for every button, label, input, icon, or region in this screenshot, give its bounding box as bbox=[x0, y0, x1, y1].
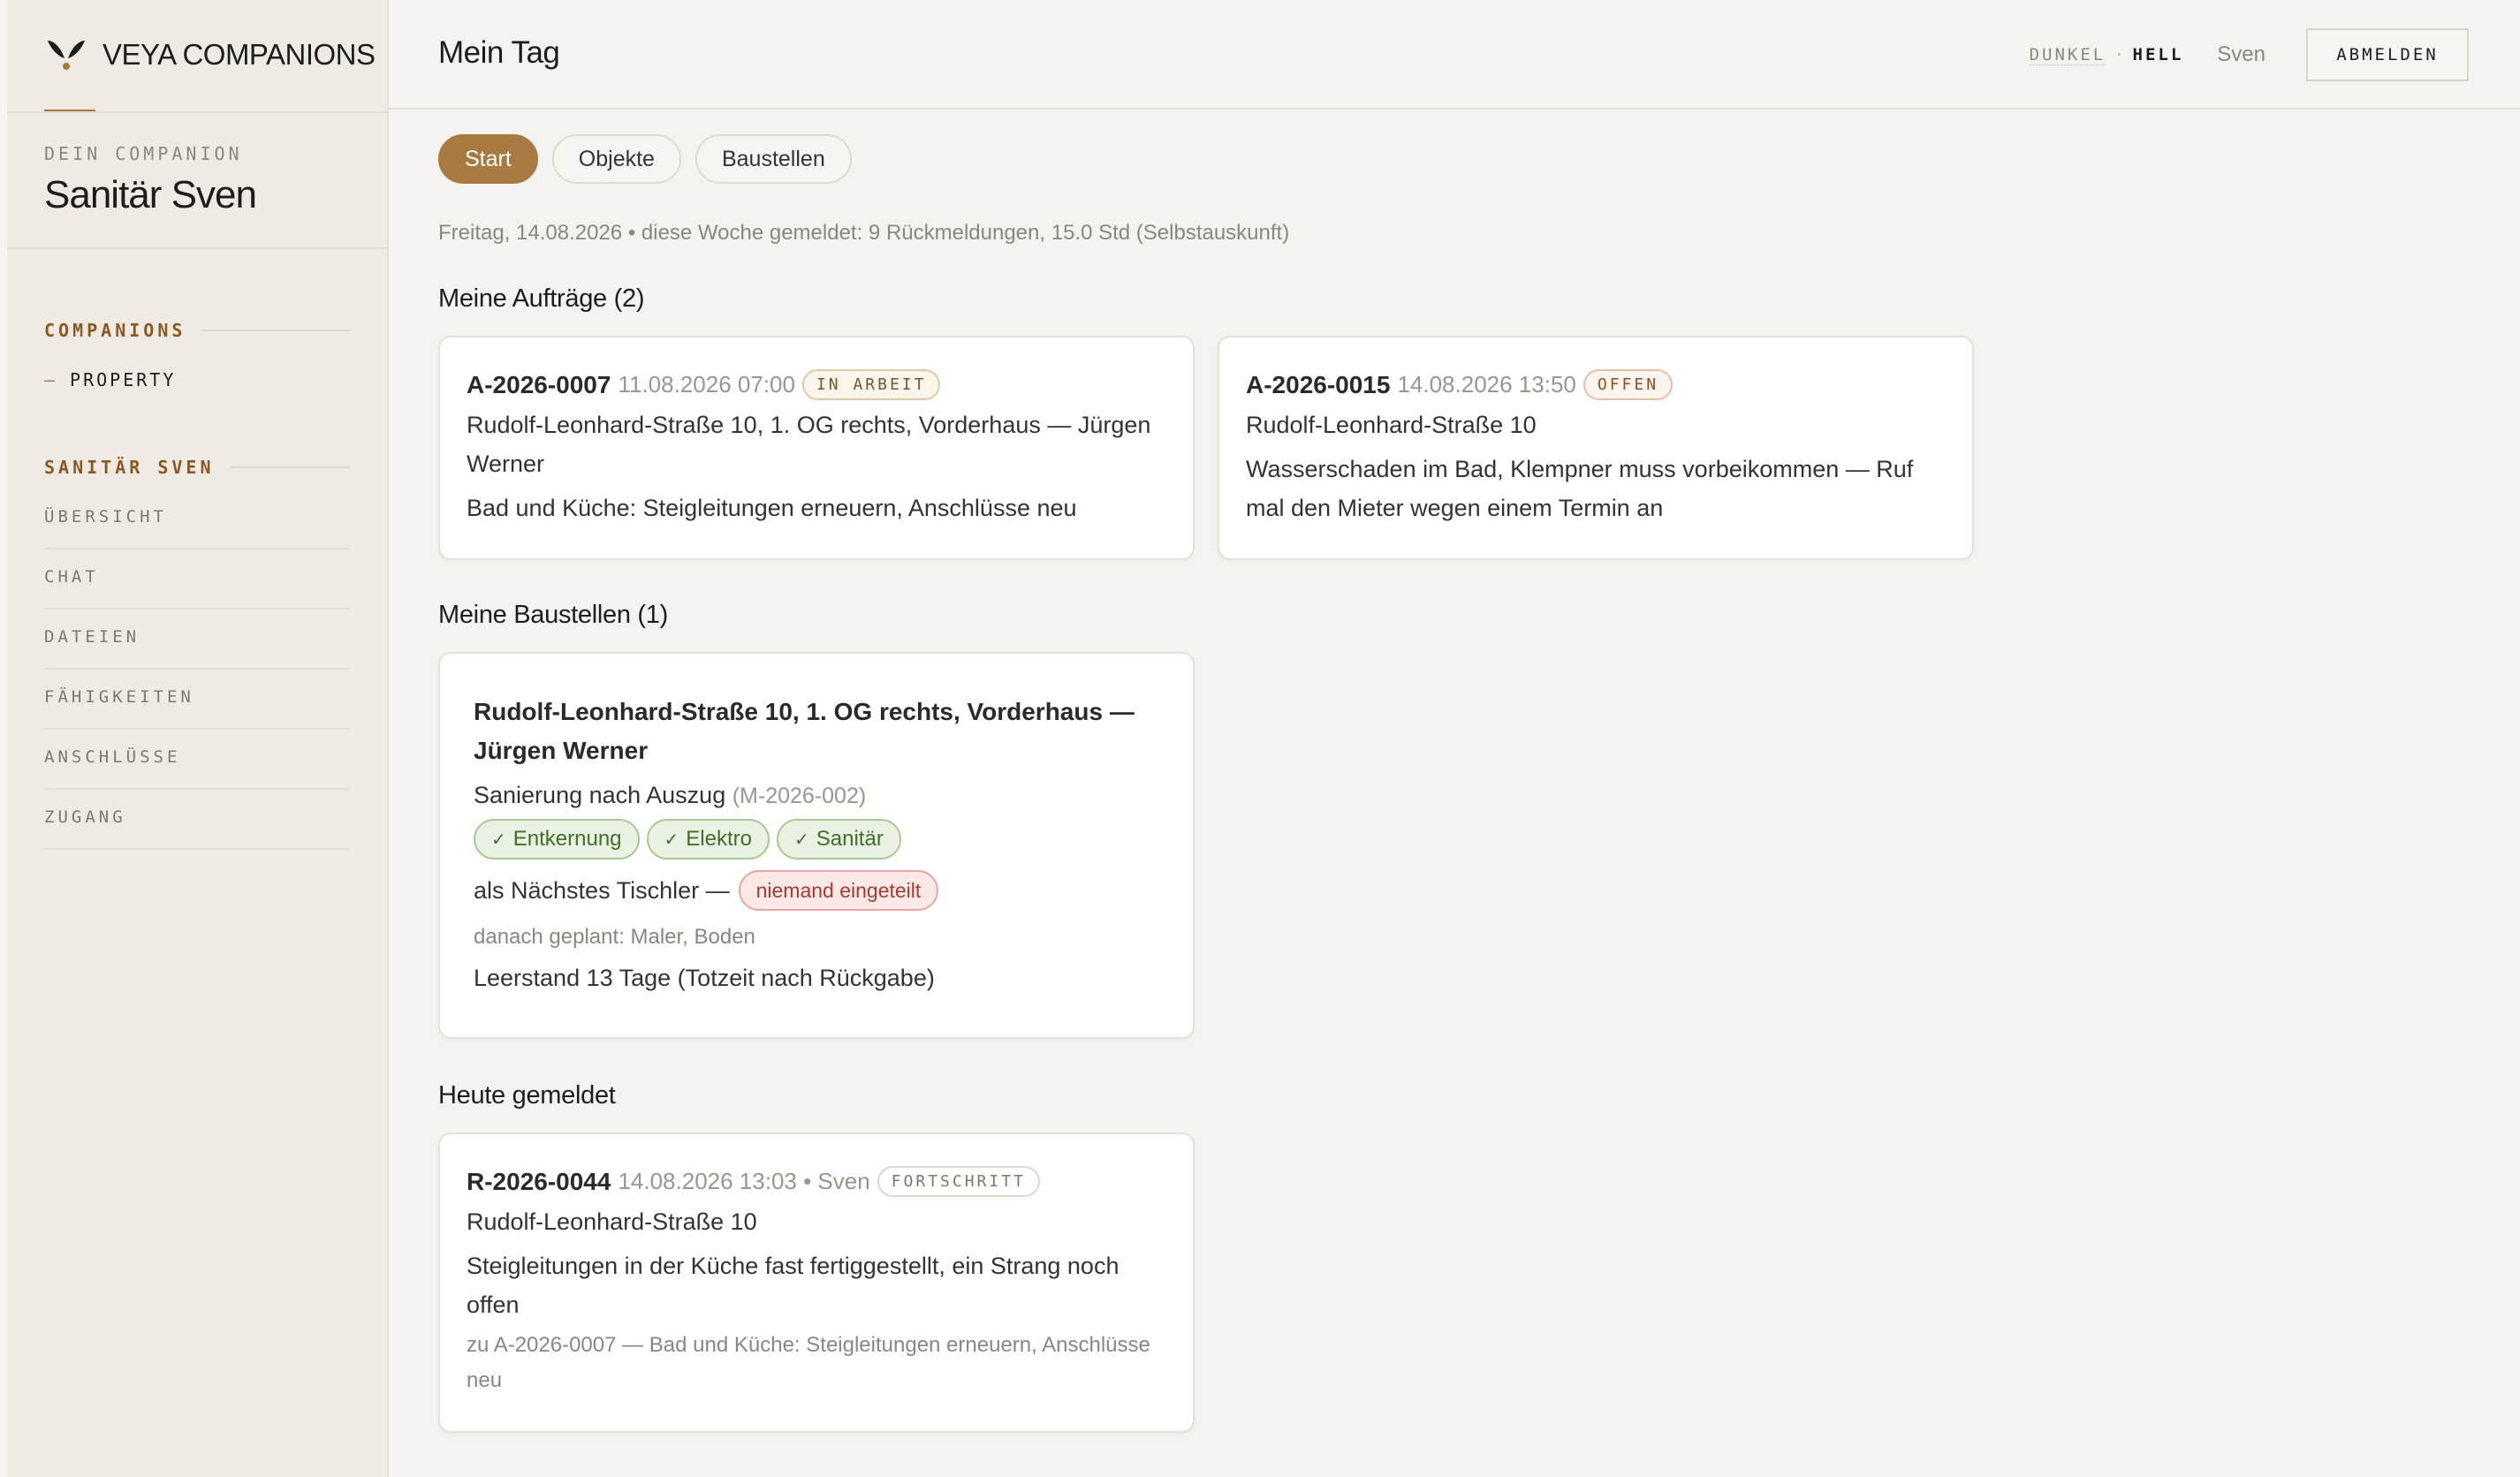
check-icon: ✓ bbox=[794, 829, 809, 850]
tab-start[interactable]: Start bbox=[438, 134, 538, 184]
tab-baustellen[interactable]: Baustellen bbox=[695, 134, 852, 184]
baustelle-card[interactable]: Rudolf-Leonhard-Straße 10, 1. OG rechts,… bbox=[438, 652, 1195, 1039]
auftrag-timestamp: 11.08.2026 07:00 bbox=[618, 371, 795, 398]
tab-objekte[interactable]: Objekte bbox=[551, 134, 681, 184]
sidebar-section-companions: COMPANIONS bbox=[44, 320, 350, 341]
logout-button[interactable]: ABMELDEN bbox=[2306, 28, 2469, 81]
trade-chip: ✓ Elektro bbox=[646, 819, 770, 860]
auftrag-description: Bad und Küche: Steigleitungen erneuern, … bbox=[467, 495, 1077, 521]
section-title: SANITÄR SVEN bbox=[44, 457, 215, 478]
trade-chip: ✓ Entkernung bbox=[474, 819, 640, 860]
auftrag-id[interactable]: A-2026-0007 bbox=[467, 371, 611, 399]
sidebar-nav: ÜBERSICHT CHAT DATEIEN FÄHIGKEITEN ANSCH… bbox=[44, 489, 350, 850]
auftrag-id[interactable]: A-2026-0015 bbox=[1246, 371, 1390, 399]
trade-chip: ✓ Sanitär bbox=[777, 819, 901, 860]
vacancy-info: Leerstand 13 Tage (Totzeit nach Rückgabe… bbox=[474, 965, 935, 991]
report-address: Rudolf-Leonhard-Straße 10 bbox=[467, 1208, 757, 1235]
tab-bar: Start Objekte Baustellen bbox=[438, 134, 866, 184]
brand-name: VEYA COMPANIONS bbox=[102, 38, 376, 71]
app: VEYA COMPANIONS DEIN COMPANION Sanitär S… bbox=[0, 0, 2520, 1477]
divider bbox=[7, 247, 387, 249]
auftrag-description: Wasserschaden im Bad, Klempner muss vorb… bbox=[1246, 456, 1914, 521]
topbar-actions: DUNKEL · HELL Sven ABMELDEN bbox=[2029, 28, 2469, 81]
report-card[interactable]: R-2026-0044 14.08.2026 13:03 • Sven FORT… bbox=[438, 1132, 1195, 1433]
project-id: (M-2026-002) bbox=[732, 784, 867, 808]
sidebar-item-chat[interactable]: CHAT bbox=[44, 549, 350, 610]
sidebar-item-property[interactable]: — PROPERTY bbox=[44, 369, 176, 390]
baustelle-project: Sanierung nach Auszug (M-2026-002) bbox=[474, 776, 1159, 815]
trade-label: Elektro bbox=[686, 827, 752, 851]
check-icon: ✓ bbox=[491, 829, 506, 850]
theme-light-toggle[interactable]: HELL bbox=[2133, 45, 2184, 64]
divider bbox=[230, 466, 350, 468]
card-header: A-2026-0015 14.08.2026 13:50 OFFEN bbox=[1246, 369, 1946, 400]
unassigned-badge: niemand eingeteilt bbox=[738, 870, 939, 911]
dash-icon: — bbox=[44, 369, 58, 390]
week-summary: Freitag, 14.08.2026 • diese Woche gemeld… bbox=[438, 221, 1290, 245]
completed-trades: ✓ Entkernung ✓ Elektro ✓ Sanitär bbox=[474, 819, 1159, 860]
divider bbox=[201, 329, 350, 331]
sidebar-item-dateien[interactable]: DATEIEN bbox=[44, 610, 350, 670]
status-badge: IN ARBEIT bbox=[801, 369, 941, 400]
brand[interactable]: VEYA COMPANIONS bbox=[44, 35, 376, 74]
sidebar-item-label: PROPERTY bbox=[70, 369, 177, 390]
status-badge: OFFEN bbox=[1583, 369, 1674, 400]
next-trade-label: als Nächstes Tischler — bbox=[474, 877, 730, 904]
auftrag-card[interactable]: A-2026-0015 14.08.2026 13:50 OFFEN Rudol… bbox=[1218, 336, 1974, 560]
sidebar-item-zugang[interactable]: ZUGANG bbox=[44, 790, 350, 850]
report-id[interactable]: R-2026-0044 bbox=[467, 1168, 611, 1196]
auftrag-address: Rudolf-Leonhard-Straße 10, 1. OG rechts,… bbox=[467, 412, 1151, 477]
sidebar-item-anschluesse[interactable]: ANSCHLÜSSE bbox=[44, 730, 350, 790]
sidebar-section-sanitaer-sven: SANITÄR SVEN bbox=[44, 457, 350, 478]
theme-separator: · bbox=[2116, 45, 2122, 64]
section-title: COMPANIONS bbox=[44, 320, 186, 341]
auftrag-card[interactable]: A-2026-0007 11.08.2026 07:00 IN ARBEIT R… bbox=[438, 336, 1195, 560]
report-timestamp: 14.08.2026 13:03 • Sven bbox=[618, 1168, 870, 1194]
section-title-baustellen: Meine Baustellen (1) bbox=[438, 601, 668, 629]
user-name: Sven bbox=[2217, 42, 2266, 66]
divider bbox=[7, 111, 387, 113]
page-title: Mein Tag bbox=[438, 35, 560, 70]
baustelle-title[interactable]: Rudolf-Leonhard-Straße 10, 1. OG rechts,… bbox=[474, 693, 1159, 770]
companion-label: DEIN COMPANION bbox=[44, 143, 243, 164]
section-title-heute: Heute gemeldet bbox=[438, 1081, 616, 1110]
planned-trades: danach geplant: Maler, Boden bbox=[474, 925, 755, 949]
report-text: Steigleitungen in der Küche fast fertigg… bbox=[467, 1253, 1120, 1318]
auftrag-address: Rudolf-Leonhard-Straße 10 bbox=[1246, 412, 1537, 438]
theme-dark-toggle[interactable]: DUNKEL bbox=[2029, 45, 2106, 65]
check-icon: ✓ bbox=[664, 829, 679, 850]
veya-logo-icon bbox=[48, 41, 85, 70]
card-header: A-2026-0007 11.08.2026 07:00 IN ARBEIT bbox=[467, 369, 1166, 400]
sidebar: VEYA COMPANIONS DEIN COMPANION Sanitär S… bbox=[7, 0, 389, 1477]
trade-label: Entkernung bbox=[512, 827, 622, 851]
trade-label: Sanitär bbox=[816, 827, 884, 851]
project-name: Sanierung nach Auszug bbox=[474, 782, 726, 808]
sidebar-item-faehigkeiten[interactable]: FÄHIGKEITEN bbox=[44, 670, 350, 730]
report-reference[interactable]: zu A-2026-0007 — Bad und Küche: Steiglei… bbox=[467, 1328, 1166, 1398]
next-trade-row: als Nächstes Tischler — niemand eingetei… bbox=[474, 870, 1159, 911]
status-badge: FORTSCHRITT bbox=[877, 1166, 1040, 1197]
companion-name: Sanitär Sven bbox=[44, 173, 257, 216]
auftrag-timestamp: 14.08.2026 13:50 bbox=[1397, 371, 1576, 398]
sidebar-item-uebersicht[interactable]: ÜBERSICHT bbox=[44, 489, 350, 549]
card-header: R-2026-0044 14.08.2026 13:03 • Sven FORT… bbox=[467, 1166, 1166, 1197]
section-title-auftraege: Meine Aufträge (2) bbox=[438, 284, 645, 313]
topbar: Mein Tag DUNKEL · HELL Sven ABMELDEN bbox=[389, 0, 2520, 110]
